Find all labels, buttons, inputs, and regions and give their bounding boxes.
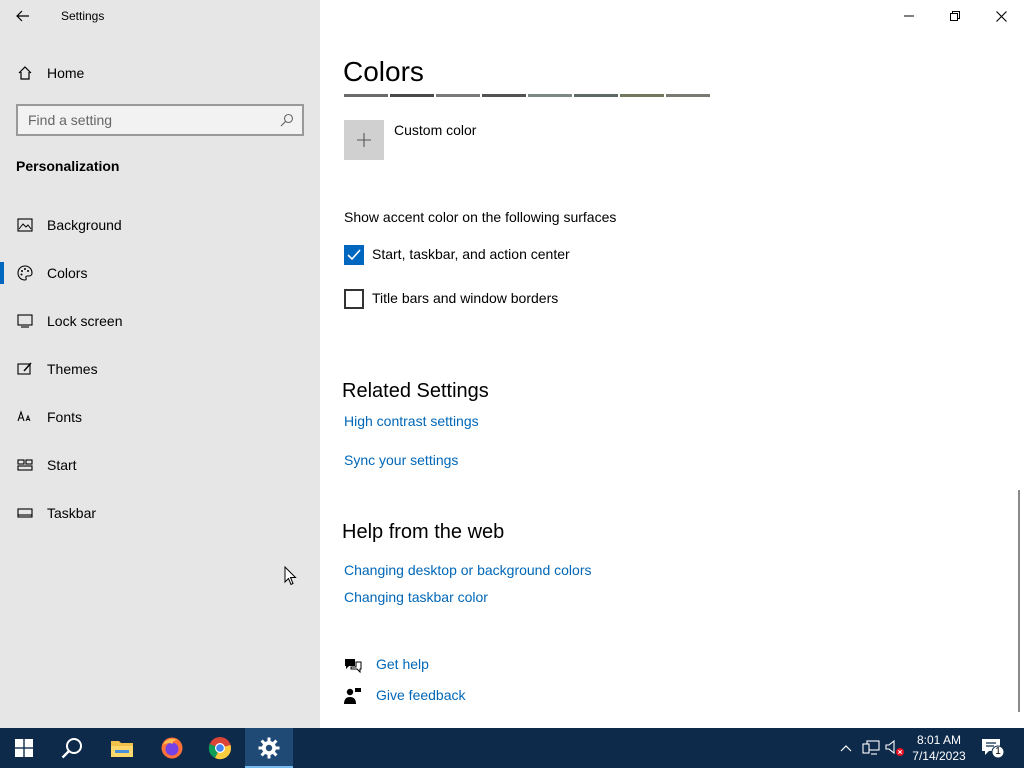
accent-surfaces-heading: Show accent color on the following surfa… <box>344 209 617 225</box>
network-icon <box>862 740 880 755</box>
picture-icon <box>17 218 33 232</box>
sidebar-item-start[interactable]: Start <box>0 448 320 496</box>
scrollbar[interactable] <box>1018 490 1020 712</box>
taskbar-settings[interactable] <box>245 728 293 768</box>
clock-time: 8:01 AM <box>916 733 962 747</box>
home-nav-item[interactable]: Home <box>0 57 320 89</box>
section-title: Personalization <box>16 158 120 174</box>
lock-screen-icon <box>17 314 33 328</box>
sidebar-item-label: Themes <box>47 361 98 377</box>
related-settings-heading: Related Settings <box>342 380 489 402</box>
mouse-cursor-icon <box>284 566 297 586</box>
title-bar: Settings <box>0 0 320 32</box>
themes-icon <box>17 362 32 375</box>
firefox-icon <box>161 737 183 759</box>
notification-icon <box>982 739 1005 759</box>
sidebar-item-colors[interactable]: Colors <box>0 256 320 304</box>
sync-settings-link[interactable]: Sync your settings <box>344 452 458 468</box>
checkmark-icon <box>347 249 361 261</box>
high-contrast-link[interactable]: High contrast settings <box>344 413 479 429</box>
taskbar-firefox[interactable] <box>148 728 196 768</box>
custom-color-label: Custom color <box>394 122 477 138</box>
clock-date: 7/14/2023 <box>912 749 966 763</box>
palette-icon <box>17 265 33 281</box>
sidebar-item-label: Colors <box>47 265 88 281</box>
chat-help-icon <box>345 659 362 674</box>
taskbar-chrome[interactable] <box>196 728 244 768</box>
page-title: Colors <box>343 56 424 87</box>
taskbar-search-button[interactable] <box>48 728 96 768</box>
help-web-heading: Help from the web <box>342 521 505 543</box>
search-icon <box>280 113 294 127</box>
checkbox-label: Title bars and window borders <box>372 290 559 306</box>
notification-count-badge: 1 <box>995 746 1001 757</box>
sidebar-item-background[interactable]: Background <box>0 208 320 256</box>
volume-muted-icon <box>885 739 904 756</box>
folder-icon <box>111 741 133 757</box>
custom-color-button[interactable] <box>344 120 384 160</box>
home-icon <box>18 66 32 80</box>
get-help-label: Get help <box>376 656 429 672</box>
sidebar-item-label: Start <box>47 457 77 473</box>
fonts-icon <box>17 410 31 422</box>
sidebar-item-themes[interactable]: Themes <box>0 352 320 400</box>
checkbox-label: Start, taskbar, and action center <box>372 246 570 262</box>
back-button[interactable] <box>0 0 46 32</box>
app-title: Settings <box>61 9 105 23</box>
color-swatch[interactable] <box>620 94 664 97</box>
checkbox-checked[interactable] <box>344 245 364 265</box>
search-input[interactable]: Find a setting <box>16 104 304 136</box>
help-link-background-colors[interactable]: Changing desktop or background colors <box>344 562 592 578</box>
chrome-icon <box>208 737 231 760</box>
color-swatch[interactable] <box>574 94 618 97</box>
sidebar-item-label: Taskbar <box>47 505 97 521</box>
chevron-up-icon <box>840 745 852 752</box>
windows-logo-icon <box>15 739 33 757</box>
sidebar-item-label: Background <box>47 217 122 233</box>
sidebar-item-label: Fonts <box>47 409 83 425</box>
color-swatch[interactable] <box>528 94 572 97</box>
home-label: Home <box>47 65 85 81</box>
color-swatch[interactable] <box>482 94 526 97</box>
gear-icon <box>258 737 280 759</box>
active-indicator <box>0 262 4 284</box>
settings-sidebar: Settings Home Find a setting Personaliza… <box>0 0 320 728</box>
color-swatch[interactable] <box>666 94 710 97</box>
show-hidden-icons-button[interactable] <box>836 738 856 758</box>
color-swatch[interactable] <box>436 94 480 97</box>
start-button[interactable] <box>0 728 48 768</box>
taskbar-icon <box>17 508 33 518</box>
taskbar-clock[interactable]: 8:01 AM 7/14/2023 <box>905 732 973 764</box>
color-swatch[interactable] <box>390 94 434 97</box>
color-swatch[interactable] <box>344 94 388 97</box>
main-content: Colors Custom color Show accent color on… <box>320 0 1024 728</box>
action-center-button[interactable]: 1 <box>980 736 1006 760</box>
sidebar-item-label: Lock screen <box>47 313 123 329</box>
search-icon <box>61 738 82 759</box>
search-placeholder: Find a setting <box>28 112 113 128</box>
give-feedback-label: Give feedback <box>376 687 466 703</box>
sidebar-item-taskbar[interactable]: Taskbar <box>0 496 320 544</box>
start-icon <box>17 459 33 471</box>
network-button[interactable] <box>861 738 881 758</box>
sidebar-nav: Background Colors Lock screen Themes Fon… <box>0 208 320 544</box>
feedback-person-icon <box>344 688 361 704</box>
sidebar-item-fonts[interactable]: Fonts <box>0 400 320 448</box>
plus-icon <box>357 133 371 147</box>
sidebar-item-lock-screen[interactable]: Lock screen <box>0 304 320 352</box>
back-arrow-icon <box>16 10 29 22</box>
help-link-taskbar-color[interactable]: Changing taskbar color <box>344 589 488 605</box>
taskbar: 8:01 AM 7/14/2023 1 <box>0 728 1024 768</box>
checkbox-unchecked[interactable] <box>344 289 364 309</box>
color-swatches <box>344 94 710 97</box>
taskbar-file-explorer[interactable] <box>98 728 146 768</box>
volume-button[interactable] <box>885 738 905 758</box>
